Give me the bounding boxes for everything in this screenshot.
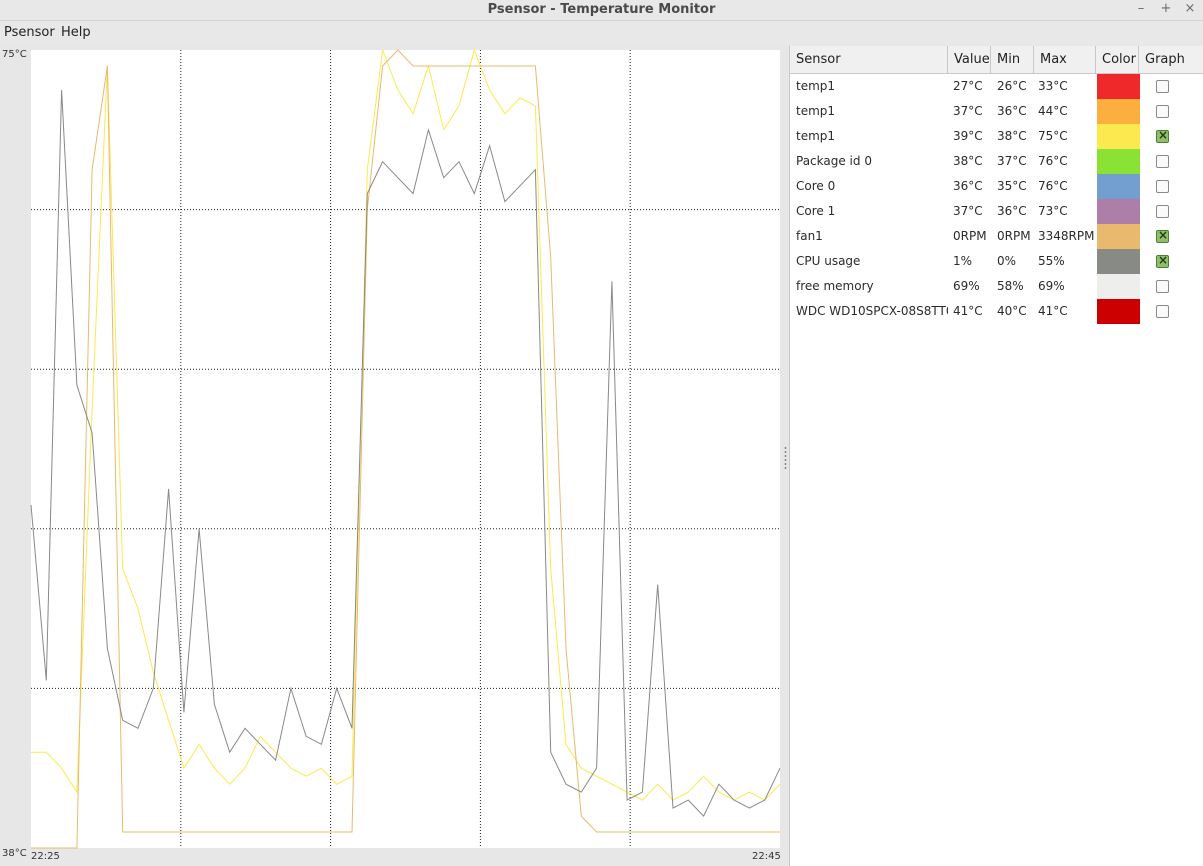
sensor-max: 33°C: [1038, 79, 1068, 93]
sensor-max: 75°C: [1038, 129, 1068, 143]
table-row[interactable]: fan1 0RPM 0RPM 3348RPM: [790, 224, 1203, 249]
graph-checkbox[interactable]: [1156, 280, 1169, 293]
column-header-graph[interactable]: Graph: [1139, 46, 1203, 73]
window-title: Psensor - Temperature Monitor: [487, 2, 716, 17]
color-swatch[interactable]: [1097, 74, 1140, 99]
graph-checkbox[interactable]: [1156, 180, 1169, 193]
sensor-min: 35°C: [997, 179, 1027, 193]
color-swatch[interactable]: [1097, 224, 1140, 249]
color-swatch[interactable]: [1097, 249, 1140, 274]
y-axis-max-label: 75°C: [2, 49, 27, 60]
sensor-min: 58%: [997, 279, 1024, 293]
sensor-value: 39°C: [953, 129, 983, 143]
sensor-max: 73°C: [1038, 204, 1068, 218]
sensor-value: 27°C: [953, 79, 983, 93]
sensor-name: CPU usage: [796, 254, 861, 268]
column-header-sensor[interactable]: Sensor: [790, 46, 948, 73]
menu-psensor[interactable]: Psensor: [4, 25, 55, 40]
graph-canvas: [30, 48, 781, 849]
sensor-name: temp1: [796, 129, 836, 143]
splitter-grip-icon[interactable]: [784, 446, 787, 470]
sensor-value: 37°C: [953, 204, 983, 218]
graph-checkbox[interactable]: [1156, 155, 1169, 168]
table-row[interactable]: temp1 37°C 36°C 44°C: [790, 99, 1203, 124]
column-header-max[interactable]: Max: [1034, 46, 1096, 73]
sensor-name: temp1: [796, 79, 836, 93]
column-header-value[interactable]: Value: [948, 46, 991, 73]
sensor-value: 69%: [953, 279, 980, 293]
graph-checkbox[interactable]: [1156, 305, 1169, 318]
y-axis-min-label: 38°C: [2, 848, 27, 859]
sensor-min: 40°C: [997, 304, 1027, 318]
table-row[interactable]: free memory 69% 58% 69%: [790, 274, 1203, 299]
table-row[interactable]: Package id 0 38°C 37°C 76°C: [790, 149, 1203, 174]
column-header-min[interactable]: Min: [991, 46, 1034, 73]
sensor-graph: 75°C 38°C 22:25 22:45: [0, 46, 782, 866]
sensor-min: 37°C: [997, 154, 1027, 168]
maximize-icon[interactable]: +: [1158, 1, 1174, 17]
sensor-value: 37°C: [953, 104, 983, 118]
sensor-min: 36°C: [997, 104, 1027, 118]
table-row[interactable]: WDC WD10SPCX-08S8TT0 41°C 40°C 41°C: [790, 299, 1203, 324]
table-header: Sensor Value Min Max Color Graph: [790, 46, 1203, 74]
color-swatch[interactable]: [1097, 174, 1140, 199]
table-row[interactable]: temp1 27°C 26°C 33°C: [790, 74, 1203, 99]
color-swatch[interactable]: [1097, 299, 1140, 324]
sensor-table: Sensor Value Min Max Color Graph temp1 27…: [789, 46, 1203, 866]
sensor-min: 26°C: [997, 79, 1027, 93]
close-icon[interactable]: ×: [1182, 1, 1198, 17]
color-swatch[interactable]: [1097, 199, 1140, 224]
x-axis-start-label: 22:25: [31, 851, 60, 862]
minimize-icon[interactable]: –: [1133, 1, 1149, 17]
menu-help[interactable]: Help: [61, 25, 91, 40]
sensor-value: 36°C: [953, 179, 983, 193]
sensor-max: 69%: [1038, 279, 1065, 293]
graph-checkbox[interactable]: [1156, 205, 1169, 218]
sensor-max: 55%: [1038, 254, 1065, 268]
color-swatch[interactable]: [1097, 274, 1140, 299]
window-titlebar[interactable]: Psensor - Temperature Monitor – + ×: [0, 0, 1203, 21]
column-header-color[interactable]: Color: [1096, 46, 1139, 73]
sensor-name: fan1: [796, 229, 823, 243]
table-row[interactable]: Core 0 36°C 35°C 76°C: [790, 174, 1203, 199]
pane-splitter[interactable]: [782, 46, 789, 866]
sensor-name: WDC WD10SPCX-08S8TT0: [796, 304, 948, 318]
sensor-min: 0RPM: [997, 229, 1031, 243]
graph-checkbox-checked[interactable]: [1156, 253, 1169, 268]
color-swatch[interactable]: [1097, 124, 1140, 149]
graph-checkbox[interactable]: [1156, 80, 1169, 93]
sensor-value: 0RPM: [953, 229, 987, 243]
sensor-name: Package id 0: [796, 154, 872, 168]
sensor-max: 76°C: [1038, 154, 1068, 168]
sensor-value: 38°C: [953, 154, 983, 168]
sensor-name: free memory: [796, 279, 874, 293]
sensor-max: 44°C: [1038, 104, 1068, 118]
x-axis-end-label: 22:45: [752, 851, 781, 862]
color-swatch[interactable]: [1097, 99, 1140, 124]
sensor-min: 36°C: [997, 204, 1027, 218]
graph-checkbox-checked[interactable]: [1156, 228, 1169, 243]
sensor-min: 38°C: [997, 129, 1027, 143]
sensor-name: temp1: [796, 104, 836, 118]
graph-checkbox[interactable]: [1156, 105, 1169, 118]
sensor-value: 1%: [953, 254, 973, 268]
sensor-max: 3348RPM: [1038, 229, 1095, 243]
sensor-name: Core 1: [796, 204, 836, 218]
sensor-name: Core 0: [796, 179, 836, 193]
graph-checkbox-checked[interactable]: [1156, 128, 1169, 143]
table-row[interactable]: CPU usage 1% 0% 55%: [790, 249, 1203, 274]
color-swatch[interactable]: [1097, 149, 1140, 174]
table-row[interactable]: Core 1 37°C 36°C 73°C: [790, 199, 1203, 224]
sensor-max: 41°C: [1038, 304, 1068, 318]
menu-bar: Psensor Help: [0, 21, 1203, 45]
sensor-max: 76°C: [1038, 179, 1068, 193]
sensor-min: 0%: [997, 254, 1017, 268]
sensor-value: 41°C: [953, 304, 983, 318]
table-row[interactable]: temp1 39°C 38°C 75°C: [790, 124, 1203, 149]
